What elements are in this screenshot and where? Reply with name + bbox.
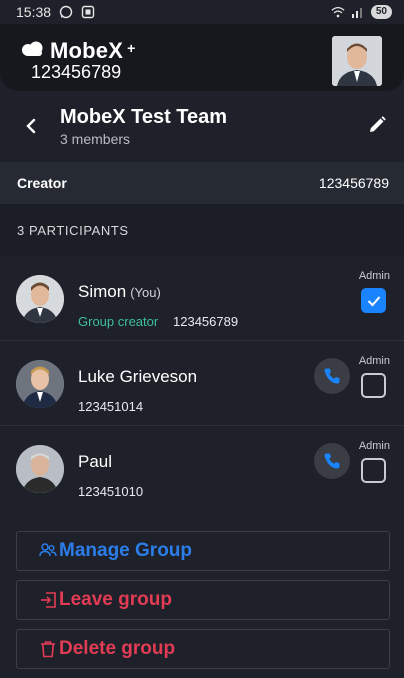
creator-value: 123456789 [318, 175, 389, 191]
profile-avatar[interactable] [332, 36, 382, 86]
avatar [16, 275, 64, 323]
users-icon [39, 542, 57, 560]
admin-label: Admin [358, 440, 390, 452]
member-count: 3 members [60, 131, 131, 147]
participant-row[interactable]: Luke Grieveson 123451014 Admin [0, 341, 404, 426]
creator-label: Creator [17, 175, 67, 191]
phone-icon [324, 368, 340, 384]
status-bar: 15:38 50 [0, 0, 404, 24]
participant-name: Paul [78, 452, 113, 471]
wifi-icon [331, 5, 345, 19]
avatar [16, 360, 64, 408]
account-number: 123456789 [31, 62, 122, 82]
participant-row[interactable]: Simon (You) Group creator 123456789 Admin [0, 256, 404, 341]
admin-checkbox[interactable] [361, 373, 386, 398]
admin-label: Admin [358, 355, 390, 367]
participant-number: 123456789 [173, 314, 239, 329]
battery-indicator: 50 [370, 5, 392, 19]
manage-group-label: Manage Group [59, 540, 193, 561]
signal-icon [351, 5, 365, 19]
brand-name: MobeX [50, 38, 124, 63]
cloud-logo-icon [20, 41, 46, 62]
participant-row[interactable]: Paul 123451010 Admin [0, 426, 404, 511]
participant-number: 123451014 [78, 399, 144, 414]
leave-group-label: Leave group [59, 589, 172, 610]
manage-group-button[interactable]: Manage Group [16, 531, 390, 571]
call-button[interactable] [314, 358, 350, 394]
group-header: MobeX Test Team 3 members [0, 91, 404, 160]
creator-row: Creator 123456789 [0, 162, 404, 204]
delete-group-label: Delete group [59, 638, 176, 659]
back-button[interactable] [18, 113, 44, 139]
delete-group-button[interactable]: Delete group [16, 629, 390, 669]
group-title: MobeX Test Team [60, 106, 228, 128]
leave-group-button[interactable]: Leave group [16, 580, 390, 620]
status-right: 50 [331, 5, 392, 19]
status-time: 15:38 [16, 4, 52, 20]
participant-name: Simon [78, 282, 127, 301]
brand-header: MobeX + 123456789 [0, 24, 404, 91]
brand-plus: + [127, 40, 136, 56]
participants-header: 3 PARTICIPANTS [0, 204, 404, 256]
checkmark-icon [367, 295, 380, 306]
avatar [16, 445, 64, 493]
participant-number: 123451010 [78, 484, 144, 499]
status-left: 15:38 [16, 4, 95, 20]
whatsapp-icon [59, 5, 73, 19]
participant-name: Luke Grieveson [78, 367, 198, 386]
group-creator-label: Group creator [78, 314, 159, 329]
admin-checkbox[interactable] [361, 288, 386, 313]
participant-name-line: Simon (You) [78, 282, 161, 302]
screenshot-icon [81, 5, 95, 19]
phone-icon [324, 453, 340, 469]
call-button[interactable] [314, 443, 350, 479]
admin-checkbox[interactable] [361, 458, 386, 483]
exit-icon [39, 591, 57, 609]
you-label: (You) [130, 285, 161, 300]
chevron-left-icon [26, 118, 36, 134]
pencil-icon [370, 116, 386, 132]
admin-label: Admin [358, 270, 390, 282]
brand-logo: MobeX + [20, 38, 135, 64]
edit-button[interactable] [364, 112, 390, 138]
trash-icon [39, 640, 57, 658]
